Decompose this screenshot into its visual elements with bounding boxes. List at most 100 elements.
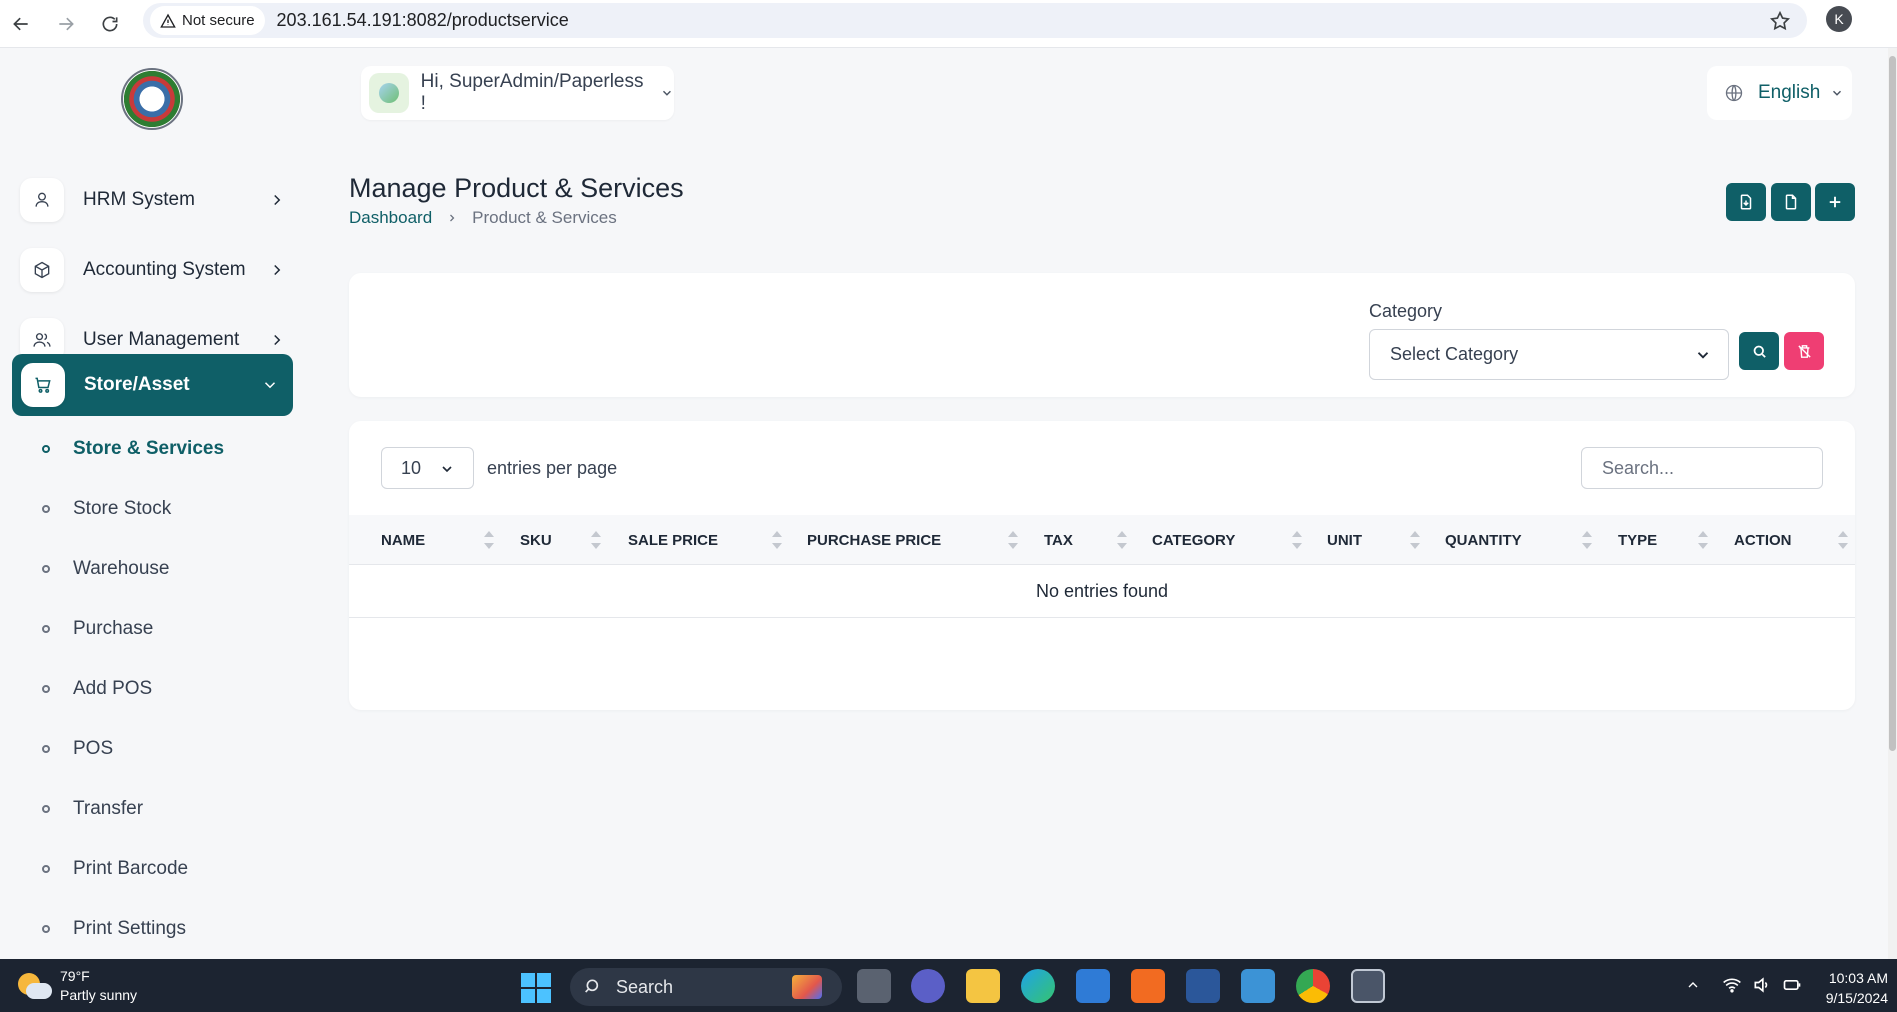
apply-filter-button[interactable] — [1739, 332, 1779, 370]
add-product-button[interactable] — [1815, 183, 1855, 221]
system-tray — [1722, 975, 1802, 995]
table-search-input[interactable] — [1581, 447, 1823, 489]
breadcrumb-dashboard-link[interactable]: Dashboard — [349, 208, 432, 228]
organization-logo[interactable] — [121, 68, 183, 130]
sidebar-subitem-print-barcode[interactable]: Print Barcode — [42, 854, 188, 884]
chevron-right-icon — [274, 264, 281, 276]
globe-icon — [1725, 84, 1743, 102]
sidebar-subitem-warehouse[interactable]: Warehouse — [42, 554, 169, 584]
user-icon — [20, 178, 64, 222]
breadcrumb: Dashboard Product & Services — [349, 208, 617, 228]
export-button[interactable] — [1771, 183, 1811, 221]
sidebar-subitem-purchase[interactable]: Purchase — [42, 614, 153, 644]
page-scrollbar[interactable] — [1888, 48, 1897, 959]
address-bar[interactable]: Not secure 203.161.54.191:8082/productse… — [143, 3, 1807, 38]
column-header-sale-price[interactable]: SALE PRICE — [628, 515, 718, 565]
column-header-purchase-price[interactable]: PURCHASE PRICE — [807, 515, 941, 565]
weather-temperature: 79°F — [60, 968, 90, 984]
sidebar-subitem-pos[interactable]: POS — [42, 734, 113, 764]
sidebar-subitem-label: Purchase — [73, 618, 154, 639]
file-explorer-icon[interactable] — [966, 969, 1000, 1003]
sidebar-subitem-print-settings[interactable]: Print Settings — [42, 914, 186, 944]
wifi-icon[interactable] — [1722, 975, 1742, 995]
microsoft-store-icon[interactable] — [1076, 969, 1110, 1003]
forward-icon[interactable] — [50, 8, 82, 40]
table-empty-message: No entries found — [349, 565, 1855, 618]
column-header-name[interactable]: NAME — [381, 515, 425, 565]
chevron-up-icon[interactable] — [1685, 977, 1701, 993]
sidebar-subitem-transfer[interactable]: Transfer — [42, 794, 143, 824]
sort-icon[interactable] — [1410, 531, 1420, 549]
task-view-icon[interactable] — [857, 969, 891, 1003]
sidebar-item-accounting-system[interactable]: Accounting System — [20, 244, 290, 296]
scrollbar-thumb[interactable] — [1889, 56, 1896, 751]
profile-avatar[interactable]: K — [1826, 6, 1852, 32]
reload-icon[interactable] — [94, 8, 126, 40]
import-button[interactable] — [1726, 183, 1766, 221]
volume-icon[interactable] — [1752, 975, 1772, 995]
file-export-icon — [1785, 194, 1797, 210]
windows-taskbar: 79°F Partly sunny Search 10:03 AM 9/15/2… — [0, 959, 1897, 1012]
chevron-right-icon — [274, 334, 281, 346]
sidebar-item-label: User Management — [83, 329, 240, 350]
sort-icon[interactable] — [484, 531, 494, 549]
chrome-icon[interactable] — [1296, 969, 1330, 1003]
search-highlight-icon — [792, 975, 822, 999]
entries-per-page-select[interactable]: 10 — [381, 447, 474, 489]
sidebar: HRM System Accounting System User Manage… — [0, 48, 300, 959]
security-label: Not secure — [182, 12, 255, 29]
security-indicator[interactable]: Not secure — [150, 6, 265, 35]
system-clock[interactable]: 10:03 AM 9/15/2024 — [1818, 968, 1888, 1008]
column-header-sku[interactable]: SKU — [520, 515, 552, 565]
cart-icon — [21, 363, 65, 407]
sidebar-item-hrm-system[interactable]: HRM System — [20, 174, 290, 226]
column-header-tax[interactable]: TAX — [1044, 515, 1073, 565]
language-selector[interactable]: English — [1707, 66, 1852, 120]
snipping-tool-icon[interactable] — [1351, 969, 1385, 1003]
chevron-down-icon — [442, 466, 452, 473]
bullet-icon — [42, 445, 50, 453]
teams-chat-icon[interactable] — [911, 969, 945, 1003]
photos-icon[interactable] — [1241, 969, 1275, 1003]
sort-icon[interactable] — [1292, 531, 1302, 549]
sort-icon[interactable] — [1698, 531, 1708, 549]
edge-browser-icon[interactable] — [1021, 969, 1055, 1003]
column-header-unit[interactable]: UNIT — [1327, 515, 1362, 565]
sort-icon[interactable] — [1582, 531, 1592, 549]
sort-icon[interactable] — [772, 531, 782, 549]
sort-icon[interactable] — [1117, 531, 1127, 549]
bookmark-star-icon[interactable] — [1769, 10, 1791, 32]
back-icon[interactable] — [5, 8, 37, 40]
sort-icon[interactable] — [591, 531, 601, 549]
sidebar-subitem-store-stock[interactable]: Store Stock — [42, 494, 171, 524]
chevron-down-icon — [264, 382, 276, 389]
bullet-icon — [42, 565, 50, 573]
partly-sunny-icon — [18, 971, 52, 1001]
column-header-type[interactable]: TYPE — [1618, 515, 1657, 565]
weather-widget[interactable]: 79°F Partly sunny — [18, 967, 137, 1005]
sidebar-item-store-asset[interactable]: Store/Asset — [12, 354, 293, 416]
sidebar-subitem-store-services[interactable]: Store & Services — [42, 434, 224, 464]
xampp-icon[interactable] — [1131, 969, 1165, 1003]
clear-filter-button[interactable] — [1784, 332, 1824, 370]
sidebar-subitem-label: Store & Services — [73, 438, 225, 459]
column-header-quantity[interactable]: QUANTITY — [1445, 515, 1522, 565]
app-page: HRM System Accounting System User Manage… — [0, 48, 1897, 959]
user-menu[interactable]: Hi, SuperAdmin/Paperless ! — [361, 66, 674, 120]
column-header-action[interactable]: ACTION — [1734, 515, 1792, 565]
battery-icon[interactable] — [1782, 975, 1802, 995]
url-text[interactable]: 203.161.54.191:8082/productservice — [277, 10, 569, 31]
sidebar-subitem-add-pos[interactable]: Add POS — [42, 674, 152, 704]
sort-icon[interactable] — [1008, 531, 1018, 549]
category-select[interactable]: Select Category — [1369, 329, 1729, 380]
column-header-category[interactable]: CATEGORY — [1152, 515, 1235, 565]
windows-start-icon[interactable] — [521, 973, 551, 1003]
bullet-icon — [42, 745, 50, 753]
sort-icon[interactable] — [1838, 531, 1848, 549]
word-icon[interactable] — [1186, 969, 1220, 1003]
taskbar-search[interactable]: Search — [570, 968, 842, 1006]
search-icon — [1753, 345, 1766, 358]
bullet-icon — [42, 925, 50, 933]
trash-off-icon — [1797, 344, 1811, 358]
sidebar-subitem-label: Add POS — [73, 678, 153, 699]
